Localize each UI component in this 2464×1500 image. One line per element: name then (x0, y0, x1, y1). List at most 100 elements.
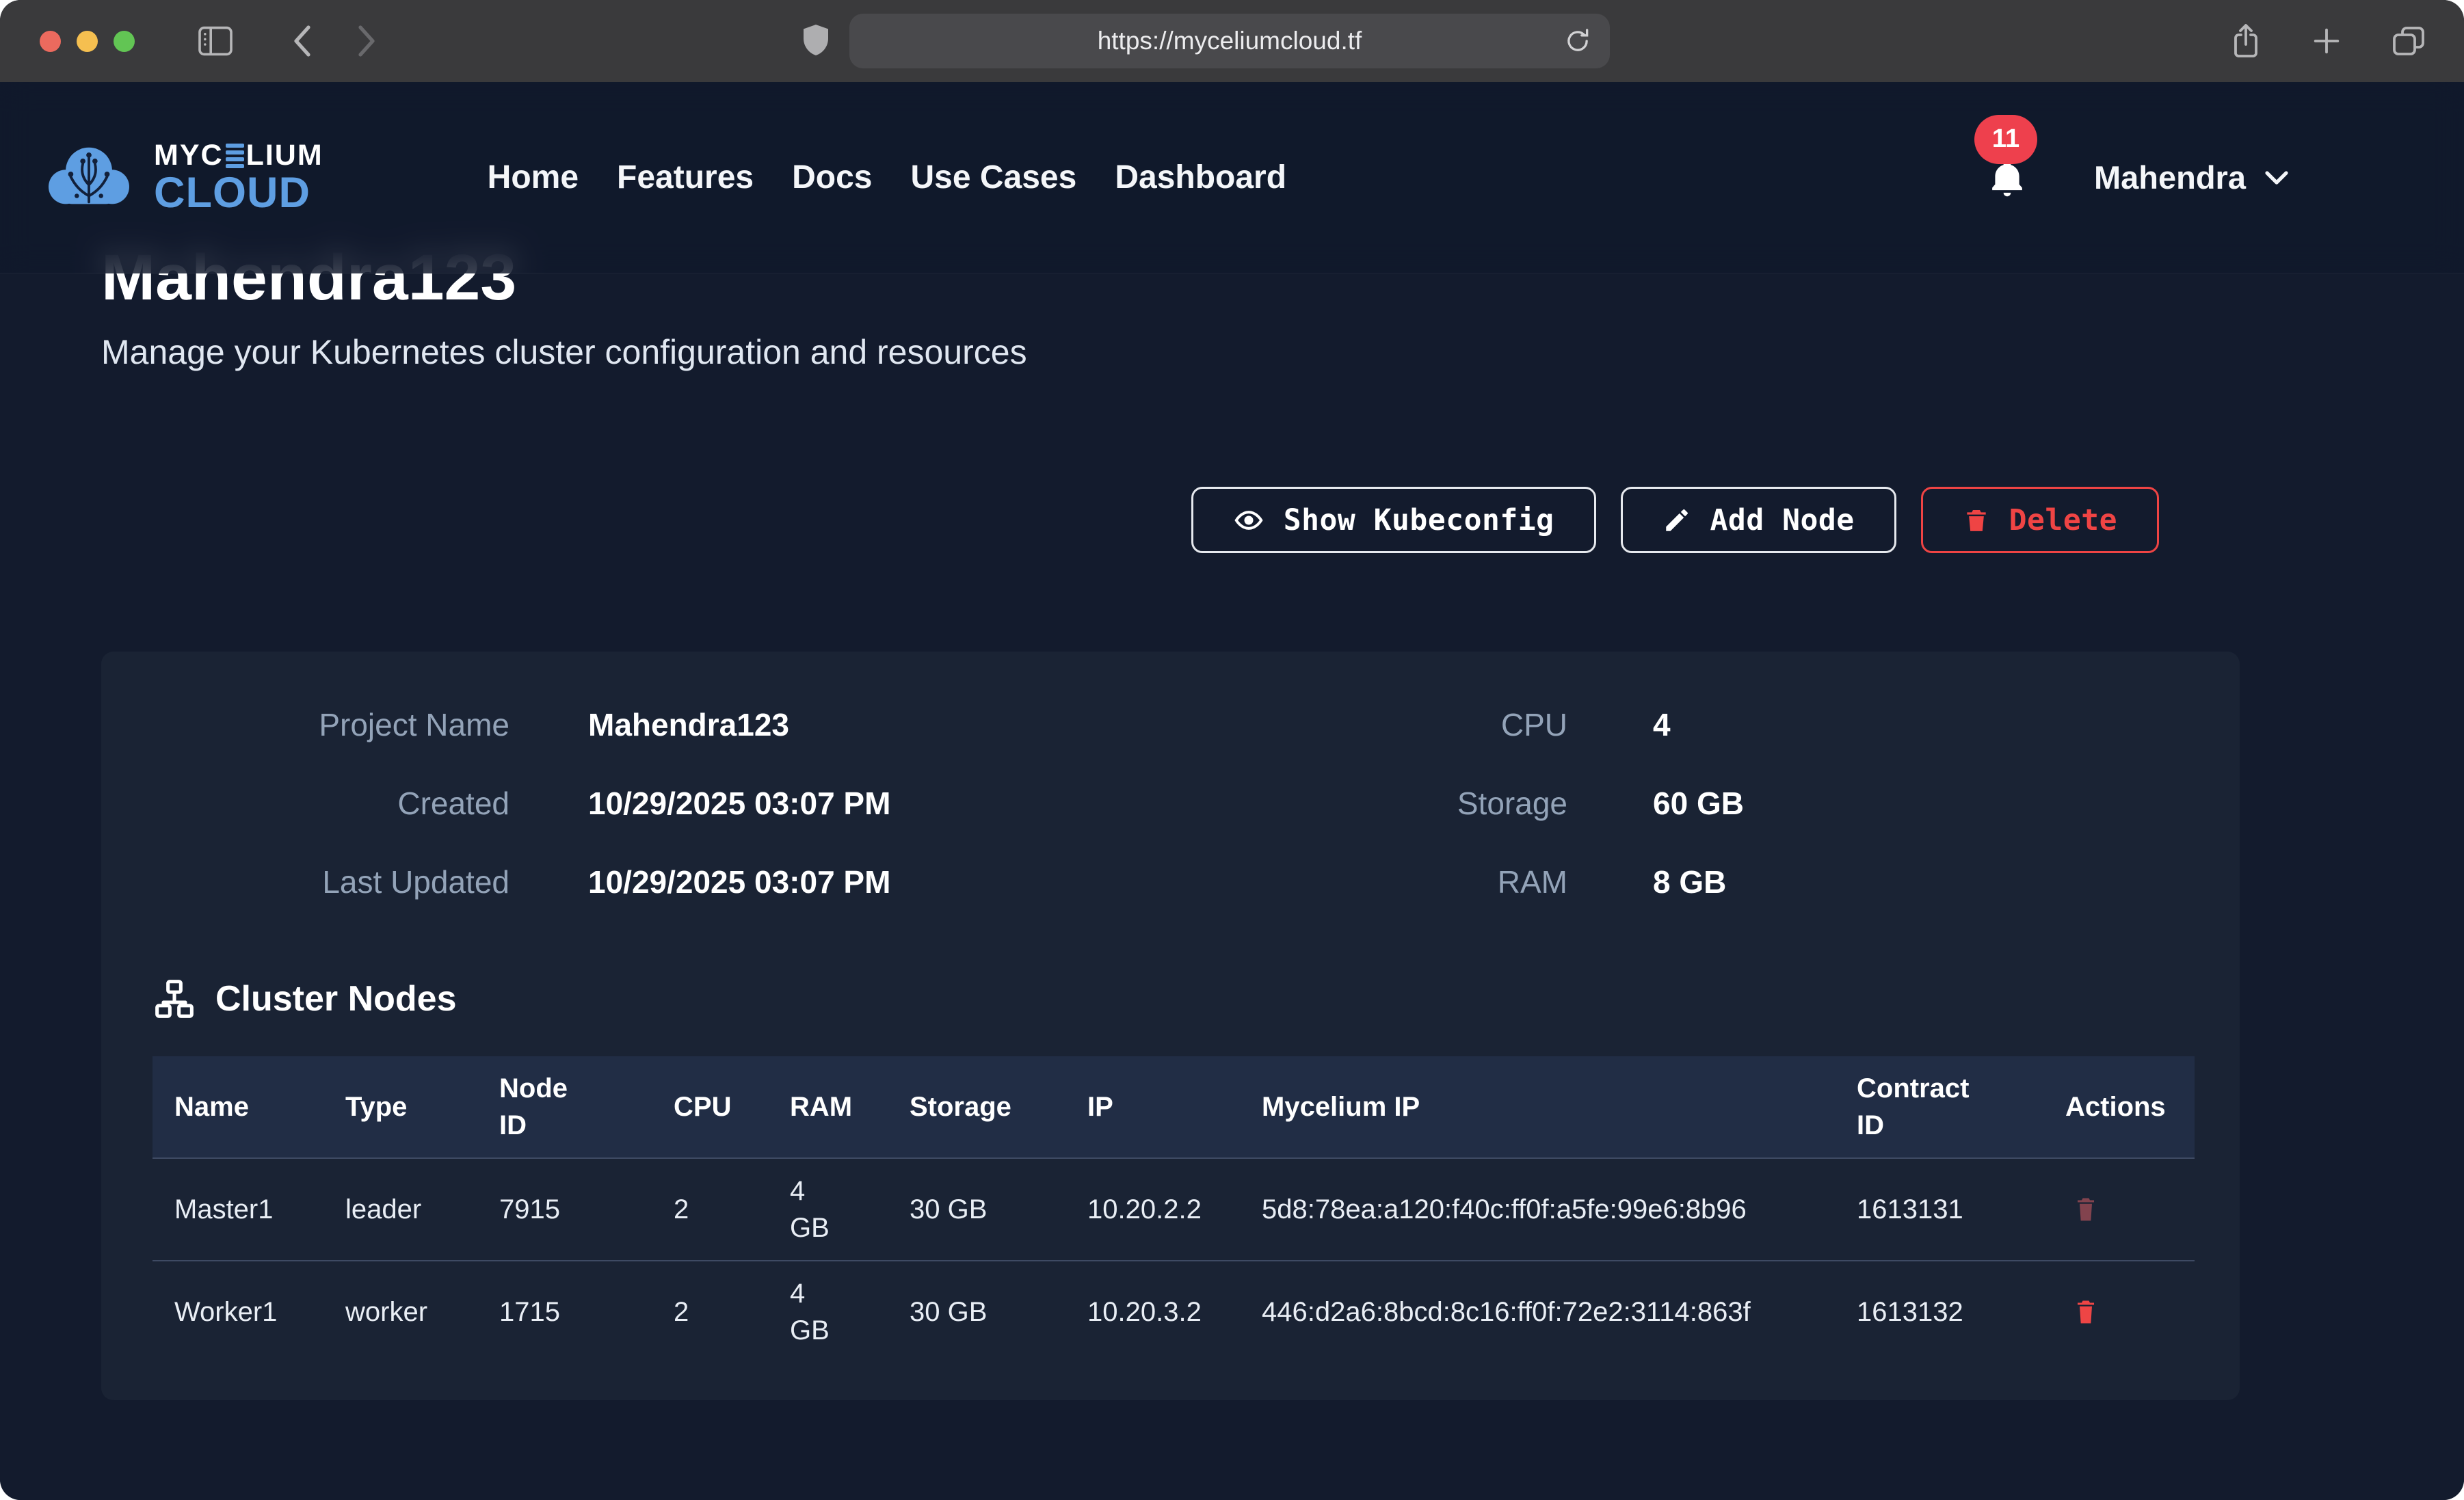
cell-node-id: 1715 (477, 1261, 652, 1363)
col-ip: IP (1065, 1056, 1240, 1158)
cell-ram: 4 GB (768, 1261, 888, 1363)
cell-storage: 30 GB (888, 1261, 1065, 1363)
user-menu[interactable]: Mahendra (2094, 159, 2290, 196)
cell-cpu: 2 (652, 1261, 768, 1363)
cell-contract-id: 1613132 (1835, 1261, 2043, 1363)
eye-icon (1233, 505, 1264, 536)
table-row: Worker1 worker 1715 2 4 GB 30 GB 10.20.3… (153, 1261, 2195, 1363)
plus-icon (2311, 25, 2342, 57)
nav-features[interactable]: Features (617, 159, 754, 196)
notifications-button[interactable]: 11 (1985, 156, 2029, 200)
url-text: https://myceliumcloud.tf (1098, 27, 1362, 55)
page-content: Mahendra123 Manage your Kubernetes clust… (0, 82, 2464, 1400)
refresh-button[interactable] (1559, 26, 1596, 56)
share-button[interactable] (2230, 22, 2262, 60)
col-actions: Actions (2043, 1056, 2195, 1158)
detail-label-storage: Storage (1174, 785, 1567, 822)
nav-home[interactable]: Home (488, 159, 579, 196)
header-right: 11 Mahendra (1985, 156, 2290, 200)
table-row: Master1 leader 7915 2 4 GB 30 GB 10.20.2… (153, 1158, 2195, 1261)
cluster-nodes-heading: Cluster Nodes (153, 977, 2195, 1021)
col-type: Type (323, 1056, 477, 1158)
add-node-button[interactable]: Add Node (1621, 487, 1896, 553)
detail-label-last-updated: Last Updated (153, 863, 509, 900)
user-name: Mahendra (2094, 159, 2246, 196)
detail-value-ram: 8 GB (1653, 863, 2195, 900)
cell-actions (2043, 1261, 2195, 1363)
brand-word-post: LIUM (246, 141, 323, 170)
nav-use-cases[interactable]: Use Cases (910, 159, 1076, 196)
delete-cluster-label: Delete (2009, 503, 2117, 537)
cell-name: Master1 (153, 1158, 323, 1261)
detail-value-project-name: Mahendra123 (588, 706, 1174, 743)
cell-ram: 4 GB (768, 1158, 888, 1261)
col-node-id: Node ID (477, 1056, 652, 1158)
brand-word-cloud: CLOUD (154, 172, 310, 215)
browser-titlebar: https://myceliumcloud.tf (0, 0, 2464, 82)
address-bar[interactable]: https://myceliumcloud.tf (849, 14, 1610, 68)
col-ram: RAM (768, 1056, 888, 1158)
minimize-button[interactable] (77, 31, 98, 52)
cell-storage: 30 GB (888, 1158, 1065, 1261)
trash-icon (2074, 1196, 2098, 1223)
tab-overview-icon (2392, 25, 2426, 57)
detail-label-cpu: CPU (1174, 706, 1567, 743)
cell-type: worker (323, 1261, 477, 1363)
table-header-row: Name Type Node ID CPU RAM Storage IP Myc… (153, 1056, 2195, 1158)
nav-dashboard[interactable]: Dashboard (1115, 159, 1286, 196)
window-controls (40, 31, 135, 52)
new-tab-button[interactable] (2311, 25, 2342, 57)
brand-logo[interactable]: MYC LIUM CLOUD (38, 137, 323, 218)
cell-ip: 10.20.2.2 (1065, 1158, 1240, 1261)
cell-type: leader (323, 1158, 477, 1261)
col-cpu: CPU (652, 1056, 768, 1158)
nav-docs[interactable]: Docs (792, 159, 872, 196)
back-button[interactable] (289, 23, 317, 59)
col-mycelium-ip: Mycelium IP (1240, 1056, 1835, 1158)
add-node-label: Add Node (1710, 503, 1855, 537)
detail-value-storage: 60 GB (1653, 785, 2195, 822)
close-button[interactable] (40, 31, 61, 52)
sidebar-toggle-button[interactable] (198, 25, 233, 57)
detail-label-project-name: Project Name (153, 706, 509, 743)
brand-e-glyph (226, 144, 244, 168)
show-kubeconfig-button[interactable]: Show Kubeconfig (1191, 487, 1596, 553)
col-name: Name (153, 1056, 323, 1158)
cluster-details-card: Project Name Mahendra123 Created 10/29/2… (101, 652, 2240, 1400)
cell-mycelium-ip: 446:d2a6:8bcd:8c16:ff0f:72e2:3114:863f (1240, 1261, 1835, 1363)
page-subtitle: Manage your Kubernetes cluster configura… (101, 332, 2464, 372)
sidebar-icon (198, 25, 233, 57)
nodes-table-body: Master1 leader 7915 2 4 GB 30 GB 10.20.2… (153, 1158, 2195, 1363)
cloud-logo-icon (38, 137, 140, 218)
zoom-button[interactable] (114, 31, 135, 52)
chevron-left-icon (289, 23, 317, 59)
cluster-toolbar: Show Kubeconfig Add Node Delete (101, 487, 2159, 553)
brand-text: MYC LIUM CLOUD (154, 141, 323, 215)
cell-actions (2043, 1158, 2195, 1261)
share-icon (2230, 22, 2262, 60)
delete-node-button[interactable] (2074, 1298, 2098, 1326)
network-icon (153, 977, 196, 1021)
brand-word-pre: MYC (154, 141, 224, 170)
site-viewport: MYC LIUM CLOUD Home Features Docs Use Cas… (0, 82, 2464, 1500)
show-kubeconfig-label: Show Kubeconfig (1284, 503, 1554, 537)
forward-button[interactable] (352, 23, 380, 59)
project-details: Project Name Mahendra123 Created 10/29/2… (153, 706, 2195, 900)
detail-value-cpu: 4 (1653, 706, 2195, 743)
col-contract-id: Contract ID (1835, 1056, 2043, 1158)
col-storage: Storage (888, 1056, 1065, 1158)
titlebar-tools (2230, 0, 2426, 82)
delete-node-button[interactable] (2074, 1196, 2098, 1223)
app-header: MYC LIUM CLOUD Home Features Docs Use Cas… (0, 82, 2464, 273)
browser-window: https://myceliumcloud.tf (0, 0, 2464, 1500)
chevron-down-icon (2264, 169, 2290, 187)
cell-ip: 10.20.3.2 (1065, 1261, 1240, 1363)
shield-icon[interactable] (802, 23, 830, 59)
delete-cluster-button[interactable]: Delete (1921, 487, 2159, 553)
pencil-icon (1662, 506, 1691, 535)
cell-cpu: 2 (652, 1158, 768, 1261)
cluster-nodes-title: Cluster Nodes (215, 978, 457, 1019)
nodes-table: Name Type Node ID CPU RAM Storage IP Myc… (153, 1056, 2195, 1363)
cell-contract-id: 1613131 (1835, 1158, 2043, 1261)
tab-overview-button[interactable] (2392, 25, 2426, 57)
